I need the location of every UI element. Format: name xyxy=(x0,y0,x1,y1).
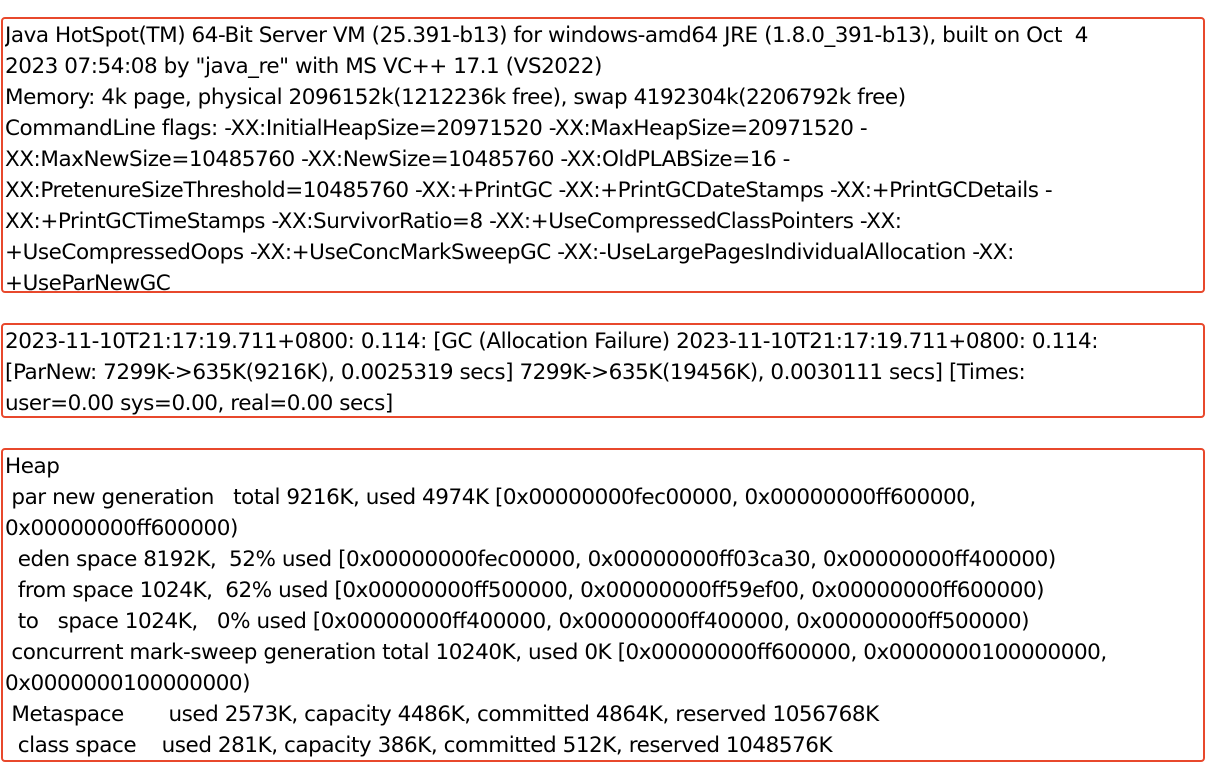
log-line-cms-generation: concurrent mark-sweep generation total 1… xyxy=(5,640,1107,665)
log-line-gc-event: 2023-11-10T21:17:19.711+0800: 0.114: [GC… xyxy=(5,329,1099,354)
log-line-gc-event: [ParNew: 7299K->635K(9216K), 0.0025319 s… xyxy=(5,360,1026,385)
log-line-command-flags: XX:PretenureSizeThreshold=10485760 -XX:+… xyxy=(5,178,1053,203)
log-line-from-space: from space 1024K, 62% used [0x00000000ff… xyxy=(5,578,1045,603)
log-line-command-flags: +UseParNewGC xyxy=(5,271,171,293)
log-line-memory: Memory: 4k page, physical 2096152k(12122… xyxy=(5,85,906,110)
log-line-class-space: class space used 281K, capacity 386K, co… xyxy=(5,733,833,758)
log-line-vm-version: Java HotSpot(TM) 64-Bit Server VM (25.39… xyxy=(5,23,1088,48)
log-line-eden-space: eden space 8192K, 52% used [0x00000000fe… xyxy=(5,547,1056,572)
log-line-build-info: 2023 07:54:08 by "java_re" with MS VC++ … xyxy=(5,54,602,79)
log-line-gc-times: user=0.00 sys=0.00, real=0.00 secs] xyxy=(5,391,393,416)
log-line-command-flags: CommandLine flags: -XX:InitialHeapSize=2… xyxy=(5,116,868,141)
log-line-heap-title: Heap xyxy=(5,454,60,479)
log-line-cms-generation: 0x0000000100000000) xyxy=(5,671,251,696)
gc-event-block: 2023-11-10T21:17:19.711+0800: 0.114: [GC… xyxy=(1,323,1205,418)
log-line-par-new-generation: 0x00000000ff600000) xyxy=(5,516,238,541)
log-line-command-flags: XX:MaxNewSize=10485760 -XX:NewSize=10485… xyxy=(5,147,790,172)
log-line-metaspace: Metaspace used 2573K, capacity 4486K, co… xyxy=(5,702,879,727)
log-line-to-space: to space 1024K, 0% used [0x00000000ff400… xyxy=(5,609,1030,634)
log-line-par-new-generation: par new generation total 9216K, used 497… xyxy=(5,485,976,510)
jvm-info-block: Java HotSpot(TM) 64-Bit Server VM (25.39… xyxy=(1,17,1205,293)
heap-summary-block: Heap par new generation total 9216K, use… xyxy=(1,448,1205,762)
log-line-command-flags: +UseCompressedOops -XX:+UseConcMarkSweep… xyxy=(5,240,1014,265)
log-line-command-flags: XX:+PrintGCTimeStamps -XX:SurvivorRatio=… xyxy=(5,209,902,234)
